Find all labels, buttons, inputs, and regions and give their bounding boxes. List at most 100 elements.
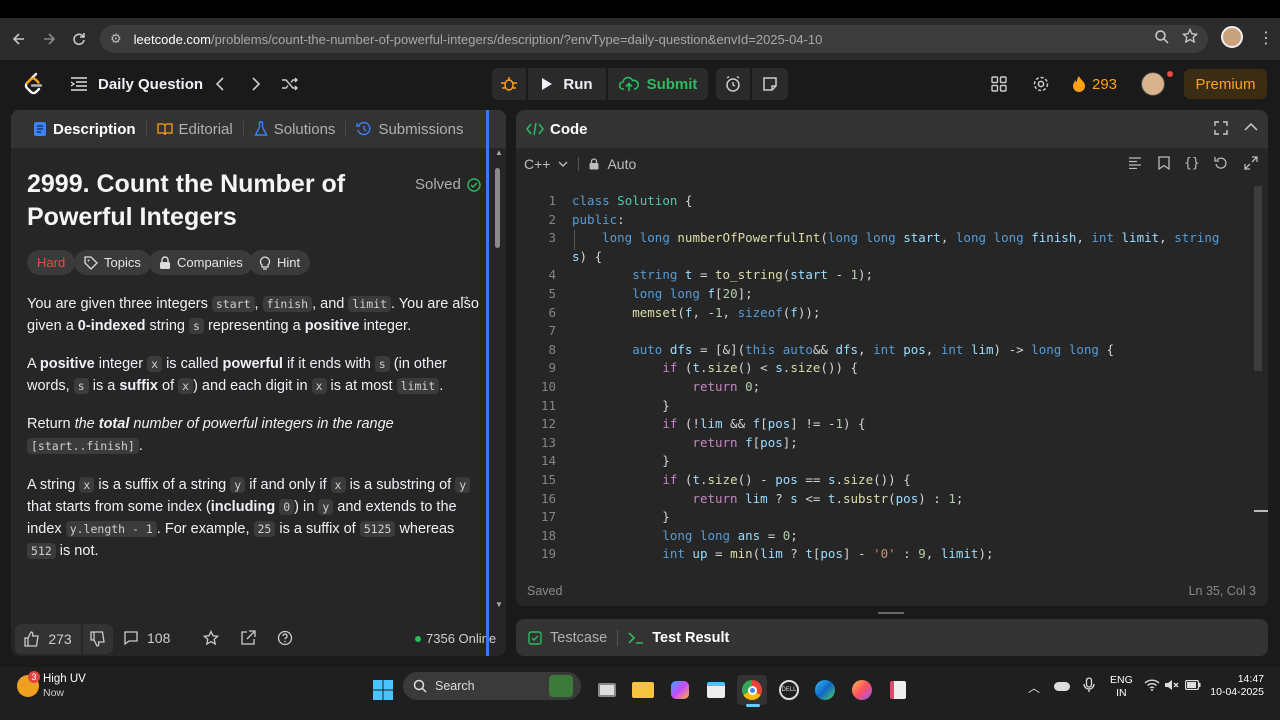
comments-button[interactable]: 108 bbox=[123, 630, 170, 646]
next-problem-icon[interactable] bbox=[248, 75, 264, 93]
forward-icon[interactable] bbox=[34, 24, 64, 54]
volume-muted-icon[interactable] bbox=[1164, 679, 1180, 691]
debug-button[interactable] bbox=[492, 68, 526, 100]
topics-chip[interactable]: Topics bbox=[74, 250, 151, 275]
auto-mode[interactable]: Auto bbox=[589, 156, 636, 172]
bookmark-icon[interactable] bbox=[1158, 156, 1170, 170]
dell-icon[interactable]: DELL bbox=[774, 675, 804, 705]
profile-avatar[interactable] bbox=[1221, 26, 1243, 48]
code-line[interactable]: 11 } bbox=[516, 397, 1268, 416]
like-button[interactable]: 273 bbox=[15, 624, 81, 654]
cursor-position: Ln 35, Col 3 bbox=[1188, 584, 1256, 598]
code-line[interactable]: 19 int up = min(lim ? t[pos] - '0' : 9, … bbox=[516, 545, 1268, 564]
code-line[interactable]: 2 public: bbox=[516, 211, 1268, 230]
streak-counter[interactable]: 293 bbox=[1072, 74, 1117, 94]
maximize-icon[interactable] bbox=[1214, 121, 1228, 135]
tab-editorial[interactable]: Editorial bbox=[147, 110, 243, 148]
edge-icon[interactable] bbox=[810, 675, 840, 705]
taskbar-search[interactable]: Search bbox=[403, 672, 581, 700]
code-line[interactable]: 10 return 0; bbox=[516, 378, 1268, 397]
tab-test-result[interactable]: Test Result bbox=[628, 630, 729, 646]
code-line[interactable]: 14 } bbox=[516, 452, 1268, 471]
notes-button[interactable] bbox=[752, 68, 788, 100]
code-line[interactable]: 16 return lim ? s <= t.substr(pos) : 1; bbox=[516, 490, 1268, 509]
onedrive-cloud-icon[interactable] bbox=[1054, 682, 1070, 691]
firefox-icon[interactable] bbox=[847, 675, 877, 705]
share-icon[interactable] bbox=[240, 630, 256, 646]
language-select[interactable]: C++ bbox=[524, 156, 568, 172]
search-icon bbox=[413, 679, 427, 693]
code-line[interactable]: 8 auto dfs = [&](this auto&& dfs, int po… bbox=[516, 341, 1268, 360]
code-line[interactable]: 3 long long numberOfPowerfulInt(long lon… bbox=[516, 229, 1268, 248]
windows-start-icon[interactable] bbox=[368, 675, 398, 705]
run-button[interactable]: Run bbox=[528, 68, 606, 100]
tab-solutions[interactable]: Solutions bbox=[244, 110, 346, 148]
microphone-icon[interactable] bbox=[1083, 677, 1095, 693]
shuffle-icon[interactable] bbox=[280, 75, 300, 93]
reload-icon[interactable] bbox=[64, 24, 94, 54]
submit-button[interactable]: Submit bbox=[608, 68, 708, 100]
show-hidden-icons-chevron[interactable]: ︿ bbox=[1028, 679, 1040, 696]
copilot-icon[interactable] bbox=[665, 675, 695, 705]
code-title: Code bbox=[550, 120, 588, 138]
code-line[interactable]: 18 long long ans = 0; bbox=[516, 527, 1268, 546]
description-scrollbar[interactable]: ▲ ▼ bbox=[495, 148, 503, 609]
code-editor[interactable]: 1 class Solution {2 public: 3 long long num… bbox=[516, 186, 1268, 566]
zoom-icon[interactable] bbox=[1154, 29, 1170, 45]
tab-submissions[interactable]: Submissions bbox=[346, 110, 473, 148]
code-scrollbar[interactable] bbox=[1254, 186, 1262, 371]
premium-button[interactable]: Premium bbox=[1184, 69, 1267, 99]
battery-icon[interactable] bbox=[1185, 680, 1201, 690]
reset-icon[interactable] bbox=[1214, 156, 1228, 170]
braces-icon[interactable]: {} bbox=[1184, 156, 1200, 171]
leetcode-logo-icon[interactable] bbox=[22, 72, 46, 96]
layout-grid-icon[interactable] bbox=[990, 75, 1008, 93]
code-line[interactable]: s) { bbox=[516, 248, 1268, 267]
collapse-chevron-icon[interactable] bbox=[1244, 122, 1258, 132]
help-icon[interactable] bbox=[277, 630, 293, 646]
code-line[interactable]: 12 if (!lim && f[pos] != -1) { bbox=[516, 415, 1268, 434]
code-line[interactable]: 1 class Solution { bbox=[516, 192, 1268, 211]
chrome-icon[interactable] bbox=[737, 675, 767, 705]
file-explorer-icon[interactable] bbox=[628, 675, 658, 705]
back-icon[interactable] bbox=[4, 24, 34, 54]
code-line[interactable]: 13 return f[pos]; bbox=[516, 434, 1268, 453]
vertical-resize-handle[interactable] bbox=[878, 612, 904, 614]
companies-chip[interactable]: Companies bbox=[149, 250, 253, 275]
format-icon[interactable] bbox=[1128, 157, 1142, 169]
wifi-icon[interactable] bbox=[1144, 679, 1160, 691]
tab-testcase[interactable]: Testcase bbox=[528, 630, 607, 646]
favorite-star-icon[interactable] bbox=[203, 630, 219, 646]
snipping-tool-icon[interactable] bbox=[883, 675, 913, 705]
daily-question-title[interactable]: Daily Question bbox=[98, 74, 203, 94]
panel-resize-handle[interactable] bbox=[486, 110, 489, 656]
tab-description[interactable]: Description bbox=[23, 110, 146, 148]
browser-toolbar: ⚙ leetcode.com/problems/count-the-number… bbox=[0, 18, 1280, 60]
more-menu-icon[interactable]: ⋮ bbox=[1258, 28, 1274, 48]
input-language[interactable]: ENG IN bbox=[1110, 674, 1133, 700]
code-line[interactable]: 6 memset(f, -1, sizeof(f)); bbox=[516, 304, 1268, 323]
clock[interactable]: 14:47 10-04-2025 bbox=[1208, 673, 1264, 699]
hint-chip[interactable]: Hint bbox=[249, 250, 311, 275]
topics-label: Topics bbox=[104, 255, 141, 270]
prev-problem-icon[interactable] bbox=[212, 75, 228, 93]
timer-button[interactable] bbox=[716, 68, 750, 100]
store-icon[interactable] bbox=[701, 675, 731, 705]
task-view-icon[interactable] bbox=[592, 675, 622, 705]
code-line[interactable]: 5 long long f[20]; bbox=[516, 285, 1268, 304]
code-line[interactable]: 4 string t = to_string(start - 1); bbox=[516, 266, 1268, 285]
problem-list-icon[interactable] bbox=[70, 76, 88, 92]
code-line[interactable]: 15 if (t.size() - pos == s.size()) { bbox=[516, 471, 1268, 490]
expand-icon[interactable] bbox=[1244, 156, 1258, 170]
code-line[interactable]: 9 if (t.size() < s.size()) { bbox=[516, 359, 1268, 378]
address-bar[interactable]: ⚙ leetcode.com/problems/count-the-number… bbox=[100, 25, 1208, 53]
settings-gear-icon[interactable] bbox=[1032, 75, 1050, 93]
user-avatar[interactable] bbox=[1141, 72, 1165, 96]
code-line[interactable]: 7 bbox=[516, 322, 1268, 341]
weather-badge: 3 bbox=[28, 671, 40, 683]
line-content: return 0; bbox=[692, 379, 761, 394]
bookmark-star-icon[interactable] bbox=[1182, 28, 1198, 44]
site-info-icon[interactable]: ⚙ bbox=[110, 31, 122, 47]
dislike-button[interactable] bbox=[83, 624, 113, 654]
code-line[interactable]: 17 } bbox=[516, 508, 1268, 527]
